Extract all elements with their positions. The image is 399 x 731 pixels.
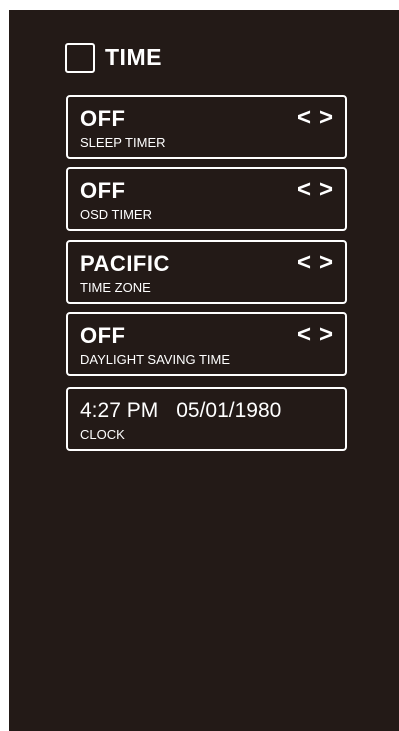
setting-label: SLEEP TIMER xyxy=(80,135,166,150)
setting-value: OFF xyxy=(80,178,126,203)
clock-value: 4:27 PM 05/01/1980 xyxy=(80,399,281,423)
setting-value: OFF xyxy=(80,106,126,131)
time-settings-screen: TIME OFF SLEEP TIMER < > OFF OSD TIMER <… xyxy=(9,10,399,731)
setting-value: OFF xyxy=(80,323,126,348)
clock-time: 4:27 PM xyxy=(80,399,159,422)
setting-time-zone[interactable]: PACIFIC TIME ZONE < > xyxy=(66,240,347,304)
setting-label: DAYLIGHT SAVING TIME xyxy=(80,352,231,367)
chevron-left-icon[interactable]: < xyxy=(297,251,311,275)
setting-label: OSD TIMER xyxy=(80,207,152,222)
chevron-left-icon[interactable]: < xyxy=(297,178,311,202)
setting-sleep-timer[interactable]: OFF SLEEP TIMER < > xyxy=(66,95,347,159)
chevron-right-icon[interactable]: > xyxy=(319,106,333,130)
setting-value: PACIFIC xyxy=(80,251,170,276)
menu-header: TIME xyxy=(65,41,162,74)
chevron-left-icon[interactable]: < xyxy=(297,106,311,130)
value-selector: < > xyxy=(297,106,333,130)
page-title: TIME xyxy=(105,44,162,70)
setting-clock[interactable]: 4:27 PM 05/01/1980 CLOCK xyxy=(66,387,347,451)
chevron-right-icon[interactable]: > xyxy=(319,178,333,202)
value-selector: < > xyxy=(297,178,333,202)
chevron-right-icon[interactable]: > xyxy=(319,251,333,275)
value-selector: < > xyxy=(297,323,333,347)
setting-label: TIME ZONE xyxy=(80,280,151,295)
value-selector: < > xyxy=(297,251,333,275)
chevron-left-icon[interactable]: < xyxy=(297,323,311,347)
setting-osd-timer[interactable]: OFF OSD TIMER < > xyxy=(66,167,347,231)
checkbox-icon xyxy=(65,42,95,73)
chevron-right-icon[interactable]: > xyxy=(319,323,333,347)
setting-label: CLOCK xyxy=(80,427,125,442)
clock-date: 05/01/1980 xyxy=(176,399,282,422)
setting-daylight-saving-time[interactable]: OFF DAYLIGHT SAVING TIME < > xyxy=(66,312,347,376)
